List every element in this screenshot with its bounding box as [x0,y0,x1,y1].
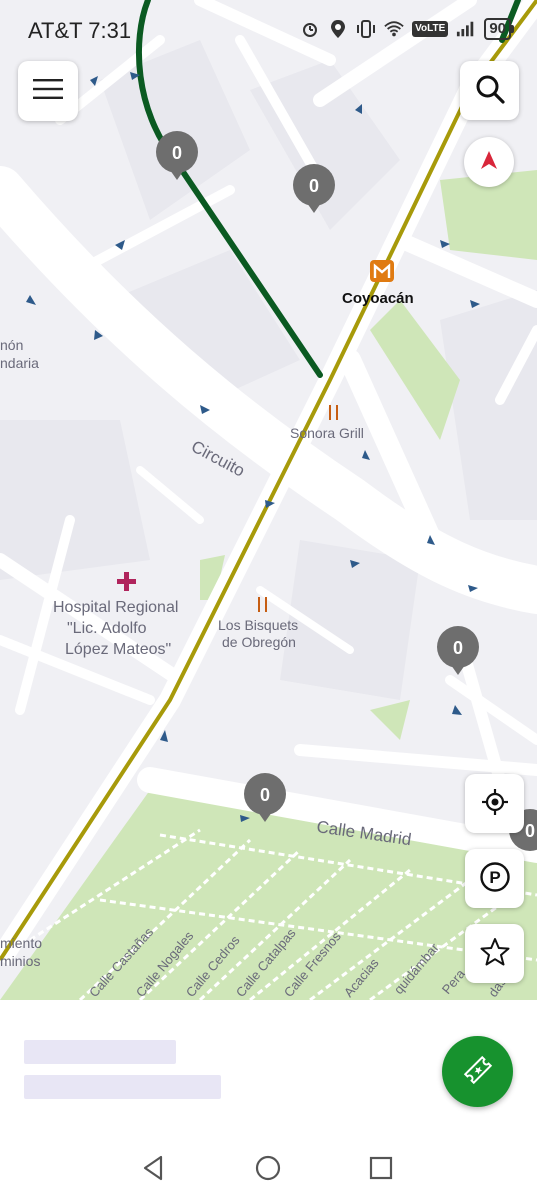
location-icon [328,19,348,39]
label-bisquets-1: Los Bisquets [218,617,298,633]
volte-badge: VoLTE [412,21,449,37]
ticket-button[interactable] [442,1036,513,1107]
compass-button[interactable] [464,137,514,187]
label-sonora-grill: Sonora Grill [290,425,364,441]
hamburger-menu-icon [33,78,63,104]
search-button[interactable] [460,61,519,120]
favorites-button[interactable] [465,924,524,983]
system-nav-bar [0,1140,537,1200]
parking-icon: P [479,861,511,897]
map-view[interactable]: Coyoacán Sonora Grill Circuito Hospital … [0,0,537,1000]
search-icon [475,74,505,108]
label-left-edge-4: minios [0,953,40,969]
svg-text:0: 0 [260,785,270,805]
label-left-edge-1: nón [0,337,23,353]
loading-placeholder [24,1040,176,1064]
back-icon [141,1155,165,1185]
svg-text:0: 0 [172,143,182,163]
svg-text:0: 0 [525,821,535,841]
loading-placeholder [24,1075,221,1099]
ticket-icon [461,1053,495,1091]
battery-indicator: 90 [484,18,514,40]
label-hospital-1: Hospital Regional [53,599,178,616]
label-left-edge-2: ndaria [0,355,39,371]
signal-icon [456,19,476,39]
svg-text:0: 0 [453,638,463,658]
crosshair-icon [481,788,509,820]
vibrate-icon [356,19,376,39]
compass-icon [479,150,499,174]
recents-button[interactable] [363,1152,399,1188]
svg-text:P: P [489,868,500,887]
svg-text:0: 0 [309,176,319,196]
home-icon [255,1155,281,1185]
alarm-icon [300,19,320,39]
back-button[interactable] [135,1152,171,1188]
label-left-edge-3: miento [0,935,42,951]
label-hospital-2: "Lic. Adolfo [67,620,147,637]
my-location-button[interactable] [465,774,524,833]
metro-station-icon [370,260,394,282]
label-bisquets-2: de Obregón [222,634,296,650]
status-bar: AT&T 7:31 VoLTE 90 [0,0,537,62]
star-icon [480,937,510,971]
home-button[interactable] [250,1152,286,1188]
recents-icon [369,1156,393,1184]
label-hospital-3: López Mateos" [65,641,171,658]
wifi-icon [384,19,404,39]
parking-button[interactable]: P [465,849,524,908]
carrier-time: AT&T 7:31 [28,18,132,43]
menu-button[interactable] [18,61,78,121]
label-coyoacan: Coyoacán [342,290,414,307]
